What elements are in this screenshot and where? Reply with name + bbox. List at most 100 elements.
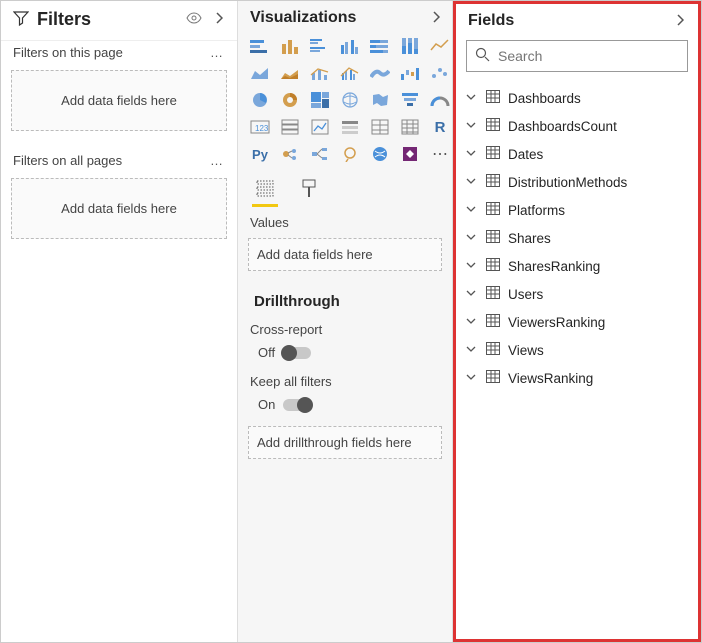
arcgis-map-icon[interactable] [368, 143, 392, 165]
filters-page-dropzone[interactable]: Add data fields here [11, 70, 227, 131]
svg-text:123: 123 [255, 124, 269, 133]
format-tab-icon[interactable] [296, 179, 322, 207]
field-table-item[interactable]: Views [462, 336, 692, 364]
chevron-down-icon [466, 344, 480, 357]
field-table-name: Users [508, 287, 543, 302]
table-icon [486, 118, 502, 134]
decomposition-tree-icon[interactable] [308, 143, 332, 165]
drillthrough-title: Drillthrough [238, 285, 452, 318]
field-table-name: SharesRanking [508, 259, 600, 274]
table-icon[interactable] [368, 116, 392, 138]
table-icon [486, 202, 502, 218]
qa-visual-icon[interactable] [338, 143, 362, 165]
chevron-down-icon [466, 204, 480, 217]
pie-chart-icon[interactable] [248, 89, 272, 111]
map-icon[interactable] [338, 89, 362, 111]
card-icon[interactable]: 123 [248, 116, 272, 138]
more-visuals-icon[interactable]: ⋯ [428, 143, 452, 165]
collapse-filters-icon[interactable] [211, 12, 227, 27]
scatter-chart-icon[interactable] [428, 62, 452, 84]
matrix-icon[interactable] [398, 116, 422, 138]
multi-row-card-icon[interactable] [278, 116, 302, 138]
keep-filters-label: Keep all filters [238, 370, 452, 393]
stacked-bar-chart-icon[interactable] [248, 35, 272, 57]
visualization-gallery: 123 R Py ⋯ [238, 33, 452, 173]
hundred-stacked-bar-chart-icon[interactable] [368, 35, 392, 57]
keep-filters-toggle[interactable] [283, 399, 311, 411]
field-table-item[interactable]: DashboardsCount [462, 112, 692, 140]
field-table-item[interactable]: Platforms [462, 196, 692, 224]
clustered-bar-chart-icon[interactable] [308, 35, 332, 57]
filters-all-more-icon[interactable]: … [206, 153, 227, 168]
table-icon [486, 230, 502, 246]
show-hide-icon[interactable] [185, 12, 203, 27]
chevron-down-icon [466, 92, 480, 105]
collapse-viz-icon[interactable] [428, 11, 444, 26]
field-table-name: ViewersRanking [508, 315, 605, 330]
area-chart-icon[interactable] [248, 62, 272, 84]
field-table-item[interactable]: Dates [462, 140, 692, 168]
fields-search-input[interactable] [498, 48, 679, 64]
field-table-item[interactable]: Shares [462, 224, 692, 252]
r-script-visual-icon[interactable]: R [428, 116, 452, 138]
filters-page-section-label: Filters on this page [13, 45, 206, 60]
table-icon [486, 286, 502, 302]
hundred-stacked-column-chart-icon[interactable] [398, 35, 422, 57]
field-table-item[interactable]: SharesRanking [462, 252, 692, 280]
drillthrough-dropzone[interactable]: Add drillthrough fields here [248, 426, 442, 459]
table-icon [486, 258, 502, 274]
power-apps-icon[interactable] [398, 143, 422, 165]
stacked-area-chart-icon[interactable] [278, 62, 302, 84]
python-visual-icon[interactable]: Py [248, 143, 272, 165]
donut-chart-icon[interactable] [278, 89, 302, 111]
clustered-column-chart-icon[interactable] [338, 35, 362, 57]
keep-filters-state: On [258, 397, 275, 412]
field-table-name: Dashboards [508, 91, 581, 106]
chevron-down-icon [466, 260, 480, 273]
fields-pane: Fields Dashboards DashboardsCount Dates Dis… [453, 1, 701, 642]
field-table-name: Views [508, 343, 544, 358]
key-influencers-icon[interactable] [278, 143, 302, 165]
field-table-item[interactable]: Users [462, 280, 692, 308]
waterfall-chart-icon[interactable] [398, 62, 422, 84]
kpi-icon[interactable] [308, 116, 332, 138]
fields-search[interactable] [466, 40, 688, 72]
table-icon [486, 146, 502, 162]
values-label: Values [238, 209, 452, 234]
field-table-item[interactable]: ViewsRanking [462, 364, 692, 392]
filters-all-dropzone[interactable]: Add data fields here [11, 178, 227, 239]
line-chart-icon[interactable] [428, 35, 452, 57]
chevron-down-icon [466, 288, 480, 301]
filters-title: Filters [37, 9, 177, 30]
treemap-chart-icon[interactable] [308, 89, 332, 111]
field-table-item[interactable]: Dashboards [462, 84, 692, 112]
fields-title: Fields [468, 12, 664, 30]
line-stacked-column-chart-icon[interactable] [308, 62, 332, 84]
fields-tab-icon[interactable] [252, 179, 278, 207]
filters-page-more-icon[interactable]: … [206, 45, 227, 60]
chevron-down-icon [466, 148, 480, 161]
funnel-chart-icon[interactable] [398, 89, 422, 111]
slicer-icon[interactable] [338, 116, 362, 138]
field-table-item[interactable]: ViewersRanking [462, 308, 692, 336]
values-dropzone[interactable]: Add data fields here [248, 238, 442, 271]
field-table-item[interactable]: DistributionMethods [462, 168, 692, 196]
cross-report-toggle[interactable] [283, 347, 311, 359]
filled-map-icon[interactable] [368, 89, 392, 111]
collapse-fields-icon[interactable] [672, 14, 688, 29]
field-table-name: Platforms [508, 203, 565, 218]
chevron-down-icon [466, 176, 480, 189]
cross-report-state: Off [258, 345, 275, 360]
ribbon-chart-icon[interactable] [368, 62, 392, 84]
table-icon [486, 342, 502, 358]
stacked-column-chart-icon[interactable] [278, 35, 302, 57]
field-table-name: Shares [508, 231, 551, 246]
cross-report-label: Cross-report [238, 318, 452, 341]
line-clustered-column-chart-icon[interactable] [338, 62, 362, 84]
visualizations-pane: Visualizations [238, 1, 453, 642]
field-table-name: DashboardsCount [508, 119, 617, 134]
field-table-name: Dates [508, 147, 543, 162]
chevron-down-icon [466, 316, 480, 329]
gauge-chart-icon[interactable] [428, 89, 452, 111]
table-icon [486, 370, 502, 386]
